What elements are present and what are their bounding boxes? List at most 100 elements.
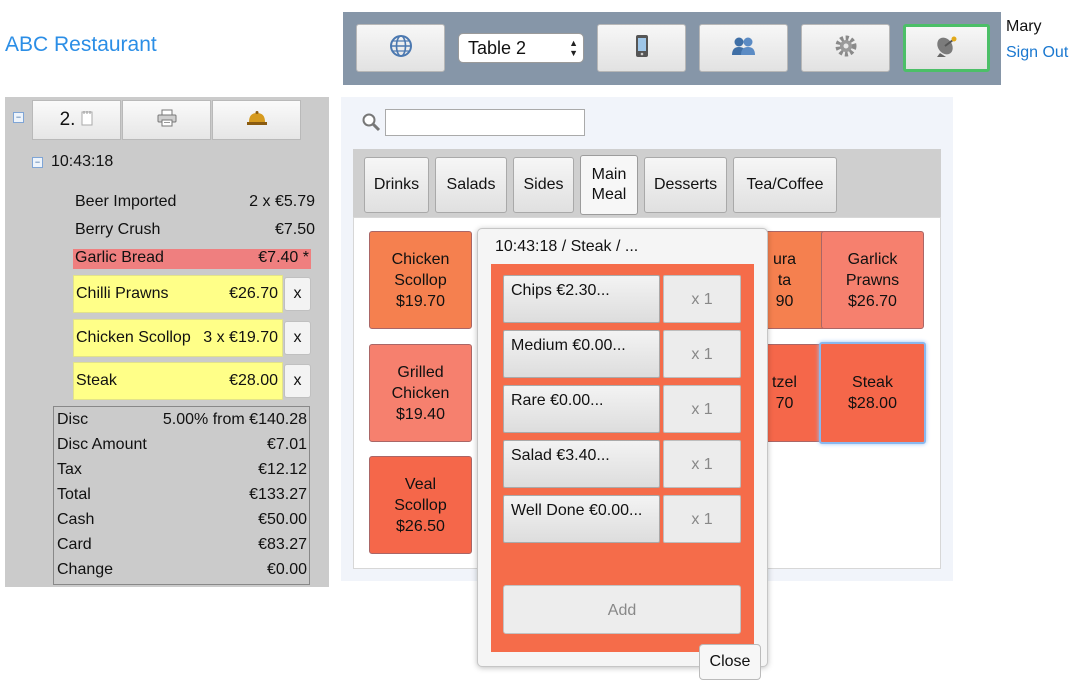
- menu-item-label: Chicken Scollop $19.70: [391, 250, 450, 310]
- menu-item-chicken-scollop[interactable]: Chicken Scollop $19.70: [369, 231, 472, 329]
- collapse-time-icon[interactable]: −: [32, 157, 43, 168]
- summary-label: Change: [57, 561, 114, 578]
- menu-item-steak[interactable]: Steak $28.00: [819, 342, 926, 444]
- globe-icon: [388, 33, 414, 64]
- summary-label: Disc Amount: [57, 436, 147, 453]
- order-item-price: €7.40 *: [258, 249, 309, 266]
- gear-icon: [834, 34, 858, 63]
- search-input[interactable]: [385, 109, 585, 136]
- category-tabs: Drinks Salads Sides Main Meal Desserts T…: [353, 149, 941, 217]
- close-button[interactable]: Close: [699, 644, 761, 680]
- pending-item-name: Chicken Scollop: [76, 329, 191, 346]
- print-button[interactable]: [122, 100, 211, 140]
- popup-body: Chips €2.30... x 1 Medium €0.00... x 1 R…: [491, 264, 761, 680]
- user-name: Mary: [1006, 18, 1042, 35]
- modifier-button[interactable]: Well Done €0.00...: [503, 495, 660, 543]
- modifier-button[interactable]: Salad €3.40...: [503, 440, 660, 488]
- summary-label: Disc: [57, 411, 89, 428]
- summary-value: €133.27: [249, 486, 307, 503]
- order-item-name: Garlic Bread: [75, 249, 164, 266]
- order-item-name: Beer Imported: [75, 193, 177, 210]
- summary-row: Disc 5.00% from €140.28: [57, 409, 307, 434]
- summary-value: 5.00% from €140.28: [162, 411, 307, 428]
- summary-value: €7.01: [266, 436, 307, 453]
- tab-drinks[interactable]: Drinks: [364, 157, 429, 213]
- order-number-button[interactable]: 2.: [32, 100, 121, 140]
- order-item-price: €7.50: [274, 221, 315, 238]
- menu-item-label: ura ta 90: [772, 250, 797, 310]
- order-item[interactable]: Beer Imported 2 x €5.79: [75, 193, 315, 213]
- summary-row: Total €133.27: [57, 484, 307, 509]
- menu-item-label: Veal Scollop $26.50: [394, 475, 447, 535]
- menu-item-label: tzel 70: [772, 374, 797, 412]
- menu-item-label: Steak $28.00: [848, 374, 897, 412]
- summary-row: Tax €12.12: [57, 459, 307, 484]
- modifier-button[interactable]: Medium €0.00...: [503, 330, 660, 378]
- select-arrows-icon: ▲ ▼: [569, 38, 578, 58]
- table-select[interactable]: Table 2 ▲ ▼: [458, 33, 584, 63]
- tab-sides[interactable]: Sides: [513, 157, 574, 213]
- menu-item-grilled-chicken[interactable]: Grilled Chicken $19.40: [369, 344, 472, 442]
- tab-tea-coffee[interactable]: Tea/Coffee: [733, 157, 837, 213]
- collapse-order-icon[interactable]: −: [13, 112, 24, 123]
- order-number: 2.: [59, 109, 76, 130]
- pending-item-name: Steak: [76, 372, 117, 389]
- summary-label: Card: [57, 536, 92, 553]
- summary-value: €0.00: [266, 561, 307, 578]
- order-panel: − 2. − 10:43:18 Beer Imported 2 x €5.79 …: [5, 97, 329, 587]
- modifier-qty-button[interactable]: x 1: [663, 440, 741, 488]
- menu-item-veal-scollop[interactable]: Veal Scollop $26.50: [369, 456, 472, 554]
- add-button[interactable]: Add: [503, 585, 741, 634]
- order-time: 10:43:18: [51, 153, 114, 170]
- phone-button[interactable]: [597, 24, 686, 72]
- pending-item-price: 3 x €19.70: [203, 329, 278, 346]
- modifier-button[interactable]: Rare €0.00...: [503, 385, 660, 433]
- settings-button[interactable]: [801, 24, 890, 72]
- users-icon: [731, 35, 757, 62]
- tab-desserts[interactable]: Desserts: [644, 157, 727, 213]
- remove-item-button[interactable]: x: [284, 364, 311, 398]
- summary-label: Total: [57, 486, 91, 503]
- modifier-button[interactable]: Chips €2.30...: [503, 275, 660, 323]
- modifier-qty-button[interactable]: x 1: [663, 330, 741, 378]
- popup-title: 10:43:18 / Steak / ...: [495, 238, 639, 255]
- pending-item[interactable]: Chilli Prawns €26.70: [73, 275, 283, 313]
- language-button[interactable]: [356, 24, 445, 72]
- users-button[interactable]: [699, 24, 788, 72]
- pending-item-price: €28.00: [229, 372, 278, 389]
- menu-item-label: Garlick Prawns $26.70: [845, 250, 900, 310]
- tab-salads[interactable]: Salads: [435, 157, 507, 213]
- pending-item[interactable]: Steak €28.00: [73, 362, 283, 400]
- summary-value: €83.27: [258, 536, 307, 553]
- broadcast-button[interactable]: [903, 24, 990, 72]
- modifier-qty-button[interactable]: x 1: [663, 275, 741, 323]
- summary-value: €12.12: [258, 461, 307, 478]
- order-item[interactable]: Berry Crush €7.50: [75, 221, 315, 241]
- menu-item-garlick-prawns[interactable]: Garlick Prawns $26.70: [821, 231, 924, 329]
- summary-row: Change €0.00: [57, 559, 307, 584]
- summary-value: €50.00: [258, 511, 307, 528]
- app-title: ABC Restaurant: [5, 33, 157, 56]
- modifier-qty-button[interactable]: x 1: [663, 495, 741, 543]
- modifier-qty-button[interactable]: x 1: [663, 385, 741, 433]
- menu-item-label: Grilled Chicken $19.40: [391, 363, 450, 423]
- sign-out-link[interactable]: Sign Out: [1006, 44, 1068, 62]
- summary-row: Disc Amount €7.01: [57, 434, 307, 459]
- pending-item[interactable]: Chicken Scollop 3 x €19.70: [73, 319, 283, 357]
- top-toolbar: Table 2 ▲ ▼: [343, 12, 1001, 85]
- table-select-value: Table 2: [468, 38, 527, 58]
- remove-item-button[interactable]: x: [284, 321, 311, 355]
- search-icon: [361, 112, 381, 137]
- remove-item-button[interactable]: x: [284, 277, 311, 311]
- service-bell-button[interactable]: [212, 100, 301, 140]
- tab-main-meal[interactable]: Main Meal: [580, 155, 638, 215]
- summary-label: Cash: [57, 511, 95, 528]
- printer-icon: [157, 109, 177, 132]
- modifier-popup: 10:43:18 / Steak / ... Chips €2.30... x …: [477, 228, 768, 680]
- phone-icon: [635, 34, 649, 63]
- summary-row: Cash €50.00: [57, 509, 307, 534]
- order-item-highlighted[interactable]: Garlic Bread €7.40 *: [73, 249, 311, 269]
- note-icon: [81, 110, 93, 131]
- satellite-icon: [934, 34, 960, 63]
- order-item-price: 2 x €5.79: [249, 193, 315, 210]
